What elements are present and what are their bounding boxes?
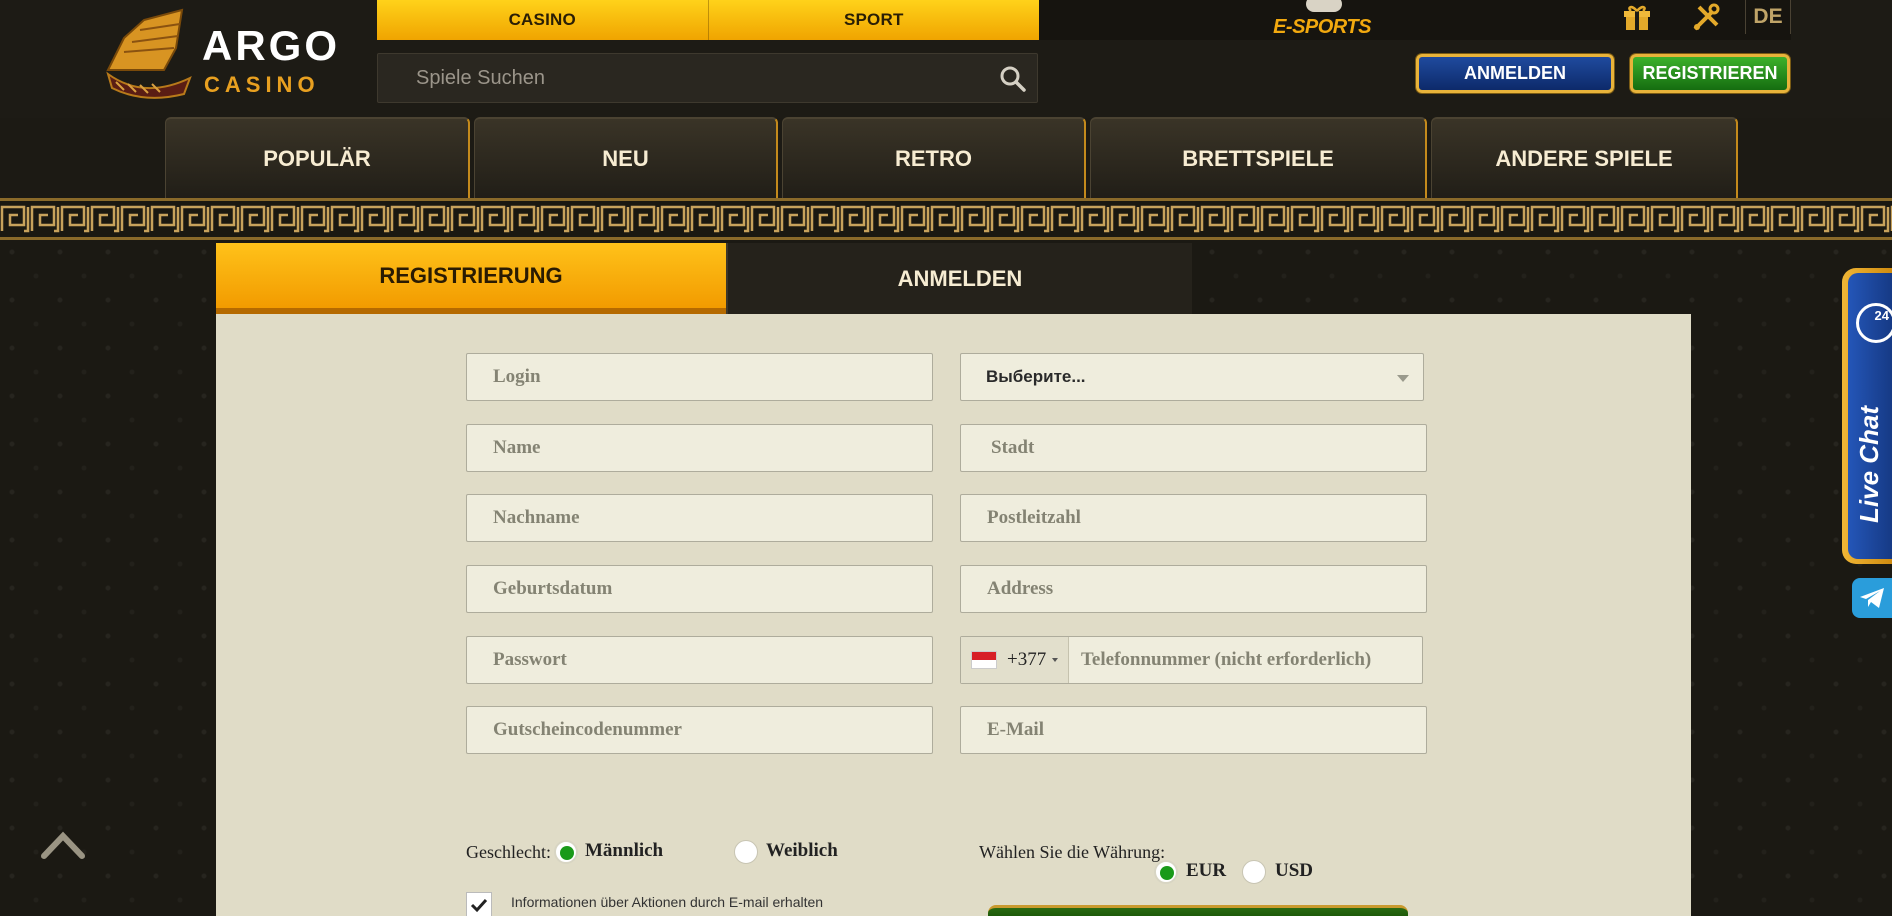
gender-female-radio[interactable]	[734, 840, 758, 864]
header-login-button[interactable]: ANMELDEN	[1416, 54, 1614, 93]
password-input[interactable]	[467, 637, 932, 683]
top-utility-bar	[1039, 0, 1791, 40]
submit-button[interactable]	[988, 905, 1408, 916]
postcode-input[interactable]	[961, 495, 1426, 541]
tab-casino[interactable]: CASINO	[377, 0, 708, 40]
email-input[interactable]	[961, 707, 1426, 753]
gamepad-icon	[1306, 0, 1342, 12]
monaco-flag-icon	[971, 651, 997, 669]
gender-label: Geschlecht:	[466, 842, 551, 862]
checkmark-icon	[470, 898, 488, 913]
esports-label: E-SPORTS	[1273, 16, 1371, 38]
category-board-games[interactable]: BRETTSPIELE	[1090, 117, 1427, 198]
logo-text-casino: CASINO	[204, 72, 320, 97]
registration-form-panel	[216, 314, 1691, 916]
surname-input[interactable]	[467, 495, 932, 541]
email-field	[960, 706, 1427, 754]
category-other-games[interactable]: ANDERE SPIELE	[1431, 117, 1738, 198]
gender-male-label[interactable]: Männlich	[585, 840, 663, 862]
category-popular[interactable]: POPULÄR	[165, 117, 470, 198]
live-chat-widget[interactable]: 24 Live Chat	[1842, 268, 1892, 564]
telegram-icon[interactable]	[1852, 578, 1892, 618]
live-chat-label: Live Chat	[1854, 405, 1884, 523]
game-search	[377, 53, 1038, 103]
phone-field: +377	[960, 636, 1423, 684]
login-field	[466, 353, 933, 401]
phone-24h-badge: 24	[1874, 308, 1889, 323]
search-icon[interactable]	[999, 65, 1027, 93]
name-field	[466, 424, 933, 472]
gender-male-radio[interactable]	[554, 840, 578, 864]
phone-country-code-select[interactable]: +377	[961, 637, 1069, 683]
argo-casino-logo[interactable]: ARGO CASINO	[104, 8, 344, 100]
address-input[interactable]	[961, 566, 1426, 612]
top-product-tabs: CASINO SPORT	[377, 0, 1039, 40]
currency-usd-label[interactable]: USD	[1275, 860, 1313, 882]
country-select-value: Выберите...	[986, 367, 1086, 386]
esports-link[interactable]: E-SPORTS	[1272, 0, 1372, 40]
password-field	[466, 636, 933, 684]
birthdate-field	[466, 565, 933, 613]
language-selector[interactable]: DE	[1745, 0, 1791, 34]
chevron-down-icon	[1052, 658, 1059, 662]
search-input[interactable]	[378, 54, 978, 102]
tools-icon[interactable]	[1690, 2, 1722, 34]
gift-icon[interactable]	[1621, 2, 1653, 34]
tab-sport[interactable]: SPORT	[707, 0, 1040, 40]
currency-eur-label[interactable]: EUR	[1186, 860, 1226, 882]
name-input[interactable]	[467, 425, 932, 471]
category-retro[interactable]: RETRO	[782, 117, 1086, 198]
tab-login[interactable]: ANMELDEN	[726, 243, 1192, 314]
newsletter-checkbox[interactable]	[466, 892, 492, 916]
phone-number-wrapper	[1069, 637, 1422, 683]
live-chat-panel: 24 Live Chat	[1848, 273, 1892, 559]
game-category-nav: POPULÄR NEU RETRO BRETTSPIELE ANDERE SPI…	[165, 117, 1738, 198]
surname-field	[466, 494, 933, 542]
phone-prefix-value: +377	[1007, 649, 1047, 670]
currency-label: Wählen Sie die Währung:	[979, 842, 1166, 862]
address-field	[960, 565, 1427, 613]
currency-eur-radio[interactable]	[1154, 860, 1178, 884]
postcode-field	[960, 494, 1427, 542]
chevron-down-icon	[1397, 375, 1409, 382]
currency-usd-radio[interactable]	[1242, 860, 1266, 884]
category-new[interactable]: NEU	[474, 117, 778, 198]
greek-key-border	[0, 198, 1892, 240]
tab-registration[interactable]: REGISTRIERUNG	[216, 243, 726, 314]
voucher-field	[466, 706, 933, 754]
phone-number-input[interactable]	[1069, 637, 1422, 683]
city-field	[960, 424, 1427, 472]
auth-tabs: REGISTRIERUNG ANMELDEN	[216, 243, 1192, 314]
voucher-input[interactable]	[467, 707, 932, 753]
birthdate-input[interactable]	[467, 566, 932, 612]
header-register-button[interactable]: REGISTRIEREN	[1630, 54, 1790, 93]
scroll-to-top-icon[interactable]	[40, 828, 86, 862]
country-select[interactable]: Выберите...	[960, 353, 1424, 401]
logo-text-argo: ARGO	[202, 22, 340, 69]
gender-female-label[interactable]: Weiblich	[766, 840, 838, 862]
login-input[interactable]	[467, 354, 932, 400]
city-input[interactable]	[961, 425, 1426, 471]
header: ARGO CASINO CASINO SPORT E-SPORTS DE ANM…	[0, 0, 1892, 118]
phone-24h-icon: 24	[1856, 303, 1892, 343]
newsletter-label: Informationen über Aktionen durch E-mail…	[511, 894, 824, 910]
